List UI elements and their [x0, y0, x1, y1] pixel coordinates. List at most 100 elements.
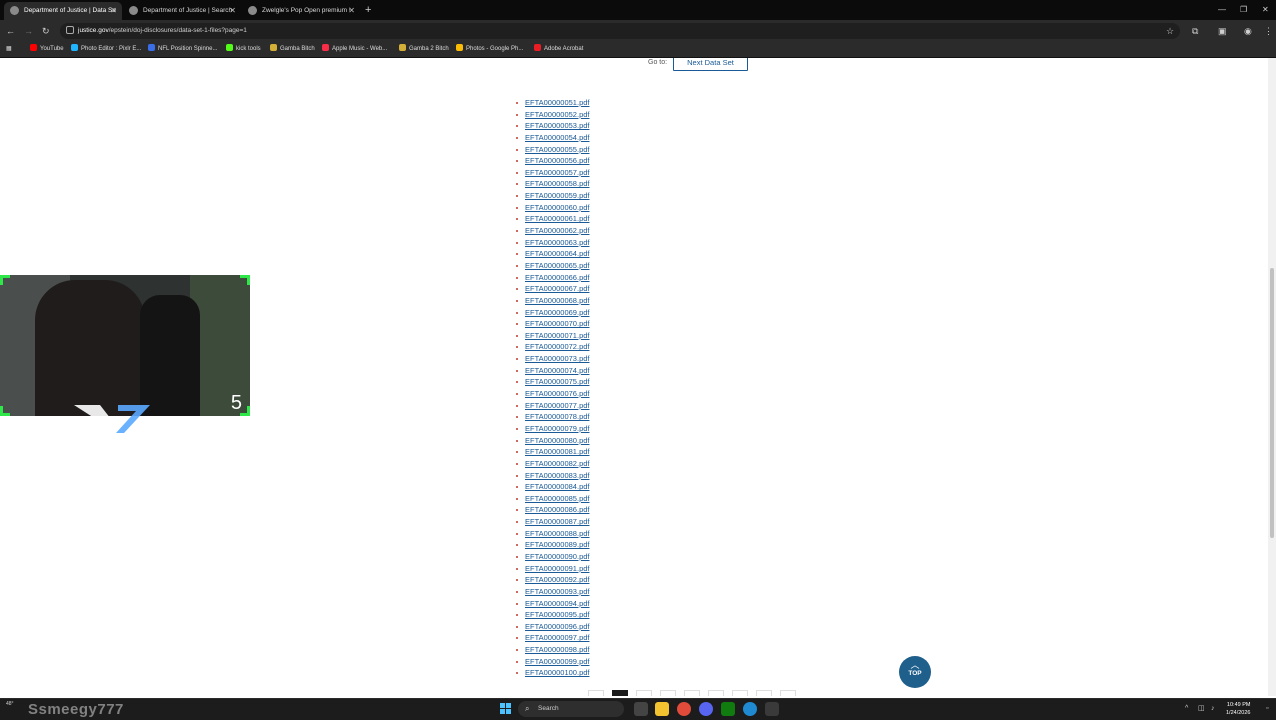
pdf-file-link[interactable]: EFTA00000062.pdf [525, 226, 590, 235]
pdf-file-link[interactable]: EFTA00000089.pdf [525, 540, 590, 549]
pdf-file-link[interactable]: EFTA00000083.pdf [525, 471, 590, 480]
pdf-file-link[interactable]: EFTA00000080.pdf [525, 436, 590, 445]
profile-icon[interactable]: ◉ [1244, 23, 1252, 39]
pdf-file-link[interactable]: EFTA00000058.pdf [525, 179, 590, 188]
page-link[interactable] [708, 690, 724, 696]
bookmark-apple-music[interactable]: Apple Music - Web... [322, 42, 387, 57]
windows-start-icon[interactable] [500, 703, 512, 715]
tab-doj-data-set[interactable]: Department of Justice | Data Se ✕ [4, 2, 122, 20]
pdf-file-link[interactable]: EFTA00000061.pdf [525, 214, 590, 223]
back-to-top-button[interactable]: ︿ TOP [899, 656, 931, 688]
pdf-file-link[interactable]: EFTA00000077.pdf [525, 401, 590, 410]
pdf-file-link[interactable]: EFTA00000073.pdf [525, 354, 590, 363]
pdf-file-link[interactable]: EFTA00000090.pdf [525, 552, 590, 561]
pdf-file-link[interactable]: EFTA00000054.pdf [525, 133, 590, 142]
pdf-file-link[interactable]: EFTA00000074.pdf [525, 366, 590, 375]
task-view-icon[interactable] [634, 702, 648, 716]
taskbar-search[interactable]: ⌕ Search [518, 701, 624, 717]
pdf-file-link[interactable]: EFTA00000093.pdf [525, 587, 590, 596]
pdf-file-link[interactable]: EFTA00000100.pdf [525, 668, 590, 677]
discord-icon[interactable] [699, 702, 713, 716]
network-icon[interactable]: ◫ [1198, 703, 1205, 715]
cast-icon[interactable]: ▣ [1218, 23, 1227, 39]
page-link[interactable] [636, 690, 652, 696]
close-icon[interactable]: ✕ [348, 2, 355, 19]
extensions-icon[interactable]: ⧉ [1192, 23, 1198, 39]
back-arrow-icon[interactable]: ← [6, 23, 15, 39]
minimize-icon[interactable]: — [1218, 2, 1226, 18]
tab-doj-search[interactable]: Department of Justice | Search ✕ [123, 2, 241, 20]
bookmark-youtube[interactable]: YouTube [30, 42, 64, 57]
pdf-file-link[interactable]: EFTA00000060.pdf [525, 203, 590, 212]
bookmark-photo-editor[interactable]: Photo Editor : Pixlr E... [71, 42, 141, 57]
pdf-file-link[interactable]: EFTA00000078.pdf [525, 412, 590, 421]
pdf-file-link[interactable]: EFTA00000098.pdf [525, 645, 590, 654]
xbox-icon[interactable] [721, 702, 735, 716]
pdf-file-link[interactable]: EFTA00000071.pdf [525, 331, 590, 340]
pdf-file-link[interactable]: EFTA00000069.pdf [525, 308, 590, 317]
pdf-file-link[interactable]: EFTA00000065.pdf [525, 261, 590, 270]
taskbar-clock[interactable]: 10:49 PM 1/24/2026 [1226, 701, 1250, 717]
pdf-file-link[interactable]: EFTA00000082.pdf [525, 459, 590, 468]
pdf-file-link[interactable]: EFTA00000099.pdf [525, 657, 590, 666]
pdf-file-link[interactable]: EFTA00000076.pdf [525, 389, 590, 398]
pdf-file-link[interactable]: EFTA00000087.pdf [525, 517, 590, 526]
page-link[interactable] [756, 690, 772, 696]
page-link[interactable] [732, 690, 748, 696]
bookmark-star-icon[interactable]: ☆ [1166, 23, 1174, 39]
pdf-file-link[interactable]: EFTA00000064.pdf [525, 249, 590, 258]
pdf-file-link[interactable]: EFTA00000086.pdf [525, 505, 590, 514]
weather-widget[interactable]: 48° [6, 700, 14, 708]
next-data-set-button[interactable]: Next Data Set [673, 58, 748, 71]
site-info-icon[interactable] [66, 26, 74, 34]
bookmark-nfl-spinner[interactable]: NFL Position Spinne... [148, 42, 217, 57]
pdf-file-link[interactable]: EFTA00000056.pdf [525, 156, 590, 165]
reload-icon[interactable]: ↻ [42, 23, 50, 39]
bookmark-adobe-acrobat[interactable]: Adobe Acrobat [534, 42, 583, 57]
menu-icon[interactable]: ⋮ [1264, 23, 1273, 39]
forward-arrow-icon[interactable]: → [24, 23, 33, 39]
pdf-file-link[interactable]: EFTA00000092.pdf [525, 575, 590, 584]
pdf-file-link[interactable]: EFTA00000075.pdf [525, 377, 590, 386]
pdf-file-link[interactable]: EFTA00000084.pdf [525, 482, 590, 491]
new-tab-icon[interactable]: + [365, 2, 371, 18]
bookmark-gamba[interactable]: Gamba Bitch [270, 42, 315, 57]
page-link[interactable] [780, 690, 796, 696]
pdf-file-link[interactable]: EFTA00000079.pdf [525, 424, 590, 433]
pdf-file-link[interactable]: EFTA00000091.pdf [525, 564, 590, 573]
edge-icon[interactable] [743, 702, 757, 716]
pdf-file-link[interactable]: EFTA00000070.pdf [525, 319, 590, 328]
pdf-file-link[interactable]: EFTA00000085.pdf [525, 494, 590, 503]
chrome-icon[interactable] [677, 702, 691, 716]
chevron-up-icon[interactable]: ^ [1185, 703, 1188, 715]
page-link-current[interactable] [612, 690, 628, 696]
pdf-file-link[interactable]: EFTA00000067.pdf [525, 284, 590, 293]
pdf-file-link[interactable]: EFTA00000053.pdf [525, 121, 590, 130]
pdf-file-link[interactable]: EFTA00000094.pdf [525, 599, 590, 608]
close-icon[interactable]: ✕ [110, 2, 117, 19]
pdf-file-link[interactable]: EFTA00000072.pdf [525, 342, 590, 351]
pdf-file-link[interactable]: EFTA00000063.pdf [525, 238, 590, 247]
pdf-file-link[interactable]: EFTA00000097.pdf [525, 633, 590, 642]
notification-icon[interactable]: ▫ [1266, 703, 1268, 715]
file-explorer-icon[interactable] [655, 702, 669, 716]
pdf-file-link[interactable]: EFTA00000095.pdf [525, 610, 590, 619]
page-scrollbar[interactable] [1268, 58, 1276, 696]
pdf-file-link[interactable]: EFTA00000068.pdf [525, 296, 590, 305]
pdf-file-link[interactable]: EFTA00000081.pdf [525, 447, 590, 456]
page-link[interactable] [684, 690, 700, 696]
bookmark-google-photos[interactable]: Photos - Google Ph... [456, 42, 523, 57]
address-bar[interactable]: justice.gov/epstein/doj-disclosures/data… [60, 23, 1180, 39]
page-link[interactable] [588, 690, 604, 696]
scrollbar-thumb[interactable] [1270, 268, 1274, 538]
bookmark-gamba-2[interactable]: Gamba 2 Bitch [399, 42, 449, 57]
page-link[interactable] [660, 690, 676, 696]
pdf-file-link[interactable]: EFTA00000096.pdf [525, 622, 590, 631]
pdf-file-link[interactable]: EFTA00000066.pdf [525, 273, 590, 282]
bookmark-kick-tools[interactable]: kick tools [226, 42, 261, 57]
restore-icon[interactable]: ❐ [1240, 2, 1247, 18]
window-close-icon[interactable]: ✕ [1262, 2, 1269, 18]
tab-pop-open[interactable]: Zwelgle's Pop Open premium ! ✕ [242, 2, 360, 20]
pdf-file-link[interactable]: EFTA00000051.pdf [525, 98, 590, 107]
pdf-file-link[interactable]: EFTA00000059.pdf [525, 191, 590, 200]
